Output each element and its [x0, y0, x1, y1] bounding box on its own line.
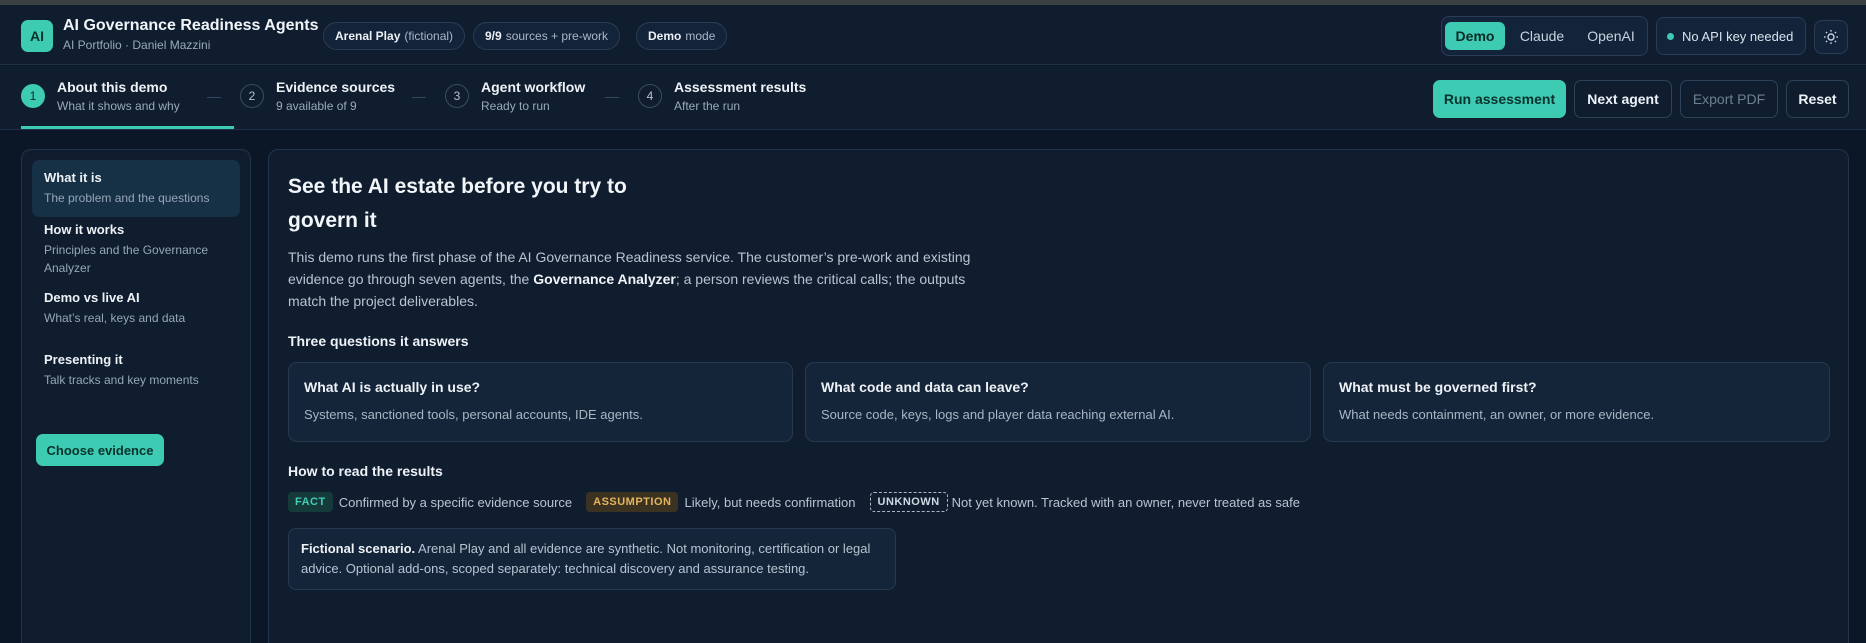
sidebar-item-presenting[interactable]: Presenting it Talk tracks and key moment… [32, 342, 240, 399]
question-title: What must be governed first? [1339, 379, 1537, 395]
mode-demo-button[interactable]: Demo [1445, 22, 1505, 50]
mode-claude-button[interactable]: Claude [1510, 22, 1574, 50]
step-separator [207, 97, 221, 98]
sidebar-item-title: What it is [44, 170, 102, 185]
step-about[interactable]: 1 About this demo What it shows and why [21, 66, 211, 130]
fact-badge: FACT [288, 492, 333, 512]
chip-sources-label: sources + pre-work [505, 29, 609, 43]
unknown-badge: UNKNOWN [869, 492, 948, 512]
assumption-legend-text: Likely, but needs confirmation [684, 494, 856, 510]
choose-evidence-button[interactable]: Choose evidence [36, 434, 164, 466]
step-number: 1 [21, 84, 45, 108]
sun-icon [1824, 30, 1838, 44]
question-desc: What needs containment, an owner, or mor… [1339, 407, 1655, 422]
read-results-heading: How to read the results [288, 463, 443, 479]
theme-toggle-button[interactable] [1814, 20, 1848, 54]
chip-mode: Demo mode [636, 22, 728, 50]
mode-openai-button[interactable]: OpenAI [1578, 22, 1644, 50]
step-number: 4 [638, 84, 662, 108]
section-sidebar: What it is The problem and the questions… [21, 149, 251, 643]
step-title: Agent workflow [481, 79, 586, 95]
step-number: 3 [445, 84, 469, 108]
questions-heading: Three questions it answers [288, 333, 469, 349]
api-key-status: No API key needed [1656, 17, 1806, 55]
sidebar-item-title: Demo vs live AI [44, 290, 140, 305]
chip-mode-label: mode [685, 29, 716, 43]
question-desc: Source code, keys, logs and player data … [821, 407, 1175, 422]
step-workflow[interactable]: 3 Agent workflow Ready to run [445, 66, 595, 130]
question-card: What code and data can leave? Source cod… [805, 362, 1311, 442]
sidebar-item-desc: Talk tracks and key moments [44, 373, 199, 387]
step-results[interactable]: 4 Assessment results After the run [638, 66, 828, 130]
chip-company-name: Arenal Play [335, 29, 401, 43]
main-panel: See the AI estate before you try to gove… [268, 149, 1849, 643]
sidebar-item-title: How it works [44, 222, 125, 237]
step-separator [412, 97, 426, 98]
sidebar-item-how-it-works[interactable]: How it works Principles and the Governan… [32, 212, 240, 287]
step-separator [605, 97, 619, 98]
sidebar-item-desc: What’s real, keys and data [44, 311, 186, 325]
step-subtitle: 9 available of 9 [276, 99, 357, 113]
step-evidence[interactable]: 2 Evidence sources 9 available of 9 [240, 66, 410, 130]
api-key-status-label: No API key needed [1682, 28, 1794, 44]
step-title: Evidence sources [276, 79, 396, 95]
question-card: What AI is actually in use? Systems, san… [288, 362, 793, 442]
sidebar-item-demo-vs-live[interactable]: Demo vs live AI What’s real, keys and da… [32, 280, 240, 337]
chip-company-note: (fictional) [404, 29, 454, 43]
step-bar: 1 About this demo What it shows and why … [0, 66, 1866, 130]
question-card: What must be governed first? What needs … [1323, 362, 1830, 442]
fact-legend-text: Confirmed by a specific evidence source [338, 494, 573, 510]
provider-switch: Demo Claude OpenAI [1441, 16, 1648, 56]
step-subtitle: Ready to run [481, 99, 550, 113]
active-step-indicator [21, 126, 234, 129]
intro-paragraph: This demo runs the first phase of the AI… [288, 246, 978, 312]
question-title: What code and data can leave? [821, 379, 1029, 395]
chip-sources: 9/9 sources + pre-work [473, 22, 621, 50]
app-subtitle: AI Portfolio · Daniel Mazzini [63, 38, 211, 52]
step-title: Assessment results [674, 79, 807, 95]
sidebar-item-desc: The problem and the questions [44, 191, 210, 205]
note-heading: Fictional scenario. [301, 541, 416, 556]
run-assessment-button[interactable]: Run assessment [1433, 80, 1566, 118]
app-title: AI Governance Readiness Agents [63, 17, 319, 34]
page-title: See the AI estate before you try to gove… [288, 175, 627, 232]
step-subtitle: What it shows and why [57, 99, 180, 113]
export-pdf-button[interactable]: Export PDF [1680, 80, 1778, 118]
fictional-scenario-note: Fictional scenario. Arenal Play and all … [288, 528, 896, 590]
assumption-badge: ASSUMPTION [586, 492, 679, 512]
chip-sources-count: 9/9 [485, 29, 502, 43]
sidebar-item-what-it-is[interactable]: What it is The problem and the questions [32, 160, 240, 217]
app-header: AI AI Governance Readiness Agents AI Por… [0, 5, 1866, 65]
status-dot-icon [1667, 32, 1674, 40]
question-desc: Systems, sanctioned tools, personal acco… [304, 407, 643, 422]
step-title: About this demo [57, 79, 168, 95]
intro-highlight: Governance Analyzer [533, 271, 676, 287]
unknown-legend-text: Not yet known. Tracked with an owner, ne… [951, 494, 1300, 510]
next-agent-button[interactable]: Next agent [1574, 80, 1672, 118]
sidebar-item-desc: Principles and the Governance Analyzer [44, 243, 209, 275]
chip-mode-name: Demo [648, 29, 682, 43]
sidebar-item-title: Presenting it [44, 352, 123, 367]
app-logo: AI [21, 20, 53, 52]
question-title: What AI is actually in use? [304, 379, 481, 395]
result-legend: FACT Confirmed by a specific evidence so… [288, 491, 1314, 513]
reset-button[interactable]: Reset [1786, 80, 1849, 118]
chip-company: Arenal Play (fictional) [323, 22, 466, 50]
step-subtitle: After the run [674, 99, 741, 113]
step-number: 2 [240, 84, 264, 108]
